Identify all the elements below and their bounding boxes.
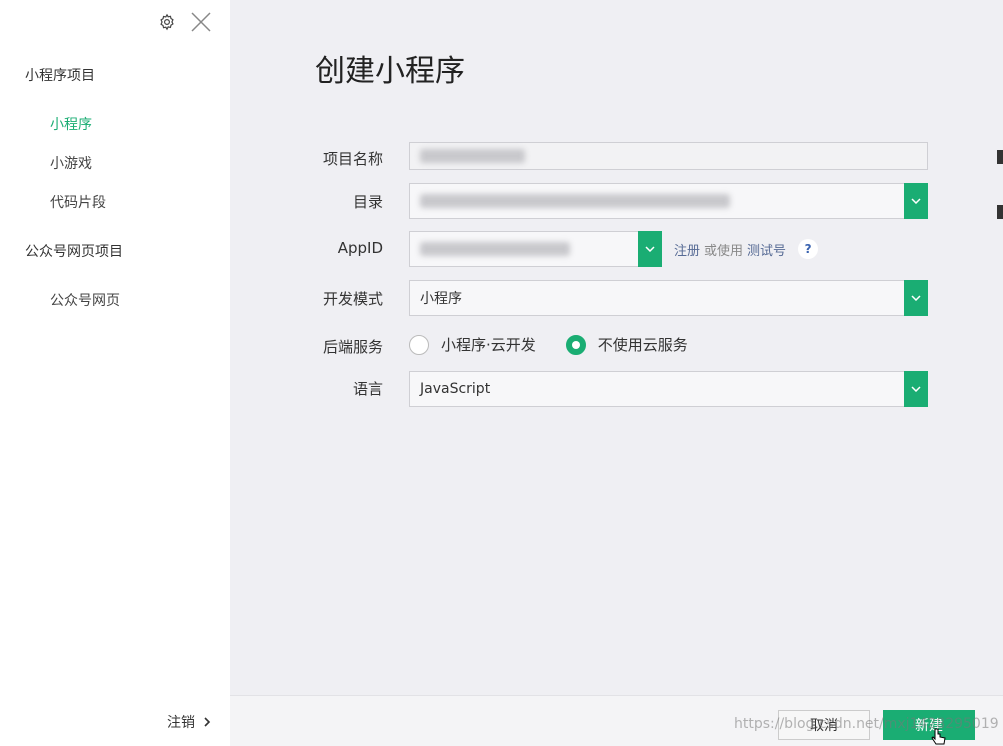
label-appid: AppID	[337, 239, 383, 257]
label-backend: 后端服务	[322, 338, 383, 356]
register-link[interactable]: 注册	[674, 240, 700, 259]
logout-label: 注销	[167, 715, 195, 731]
gear-icon[interactable]	[155, 10, 179, 34]
main-panel: 创建小程序 项目名称 目录 AppID 注册 或使用 测试号 ? 开发模式 小程…	[230, 0, 1003, 746]
or-use-text: 或使用	[704, 243, 744, 259]
help-icon[interactable]: ?	[798, 239, 819, 259]
section-miniprogram-projects: 小程序项目	[25, 68, 95, 84]
test-account-link[interactable]: 测试号	[747, 240, 786, 259]
label-dev-mode: 开发模式	[322, 290, 383, 308]
chevron-down-icon[interactable]	[904, 280, 928, 316]
sidebar-item-minigame[interactable]: 小游戏	[50, 153, 92, 173]
chevron-down-icon[interactable]	[904, 183, 928, 219]
sidebar-item-code-snippet[interactable]: 代码片段	[50, 192, 106, 212]
label-directory: 目录	[352, 193, 383, 211]
appid-select[interactable]	[409, 231, 662, 267]
label-project-name: 项目名称	[322, 150, 383, 168]
hand-cursor-icon	[931, 728, 946, 745]
page-title: 创建小程序	[315, 54, 465, 89]
chevron-right-icon	[204, 717, 211, 727]
dev-mode-value: 小程序	[420, 291, 462, 307]
blurred-text	[420, 242, 570, 256]
chevron-down-icon[interactable]	[638, 231, 662, 267]
backend-radio-group: 小程序·云开发 不使用云服务	[409, 334, 688, 355]
radio-cloud-dev[interactable]	[409, 334, 429, 355]
dev-mode-select[interactable]: 小程序	[409, 280, 928, 316]
logout-button[interactable]: 注销	[167, 712, 211, 732]
edge-fragment	[997, 150, 1003, 164]
directory-select[interactable]	[409, 183, 928, 219]
project-name-input[interactable]	[409, 142, 928, 170]
radio-no-cloud[interactable]	[565, 334, 586, 355]
sidebar: 小程序项目 小程序 小游戏 代码片段 公众号网页项目 公众号网页 注销	[0, 0, 230, 746]
edge-fragment	[997, 205, 1003, 219]
footer-bar: 取消 新建 https://blog.csdn.net/mxj142829501…	[230, 695, 1003, 746]
close-icon[interactable]	[189, 10, 213, 34]
blurred-text	[420, 194, 730, 208]
radio-cloud-dev-label: 小程序·云开发	[441, 336, 536, 354]
appid-links: 注册 或使用 测试号 ?	[674, 239, 819, 259]
label-language: 语言	[352, 380, 383, 398]
sidebar-item-miniprogram[interactable]: 小程序	[50, 114, 92, 134]
language-value: JavaScript	[420, 381, 491, 397]
radio-no-cloud-label: 不使用云服务	[597, 336, 688, 354]
sidebar-item-official-web[interactable]: 公众号网页	[50, 290, 120, 310]
blurred-text	[420, 149, 525, 163]
chevron-down-icon[interactable]	[904, 371, 928, 407]
create-button[interactable]: 新建	[883, 710, 975, 740]
section-official-account-projects: 公众号网页项目	[25, 244, 123, 260]
cancel-button[interactable]: 取消	[778, 710, 870, 740]
language-select[interactable]: JavaScript	[409, 371, 928, 407]
sidebar-toolbar	[155, 10, 213, 34]
